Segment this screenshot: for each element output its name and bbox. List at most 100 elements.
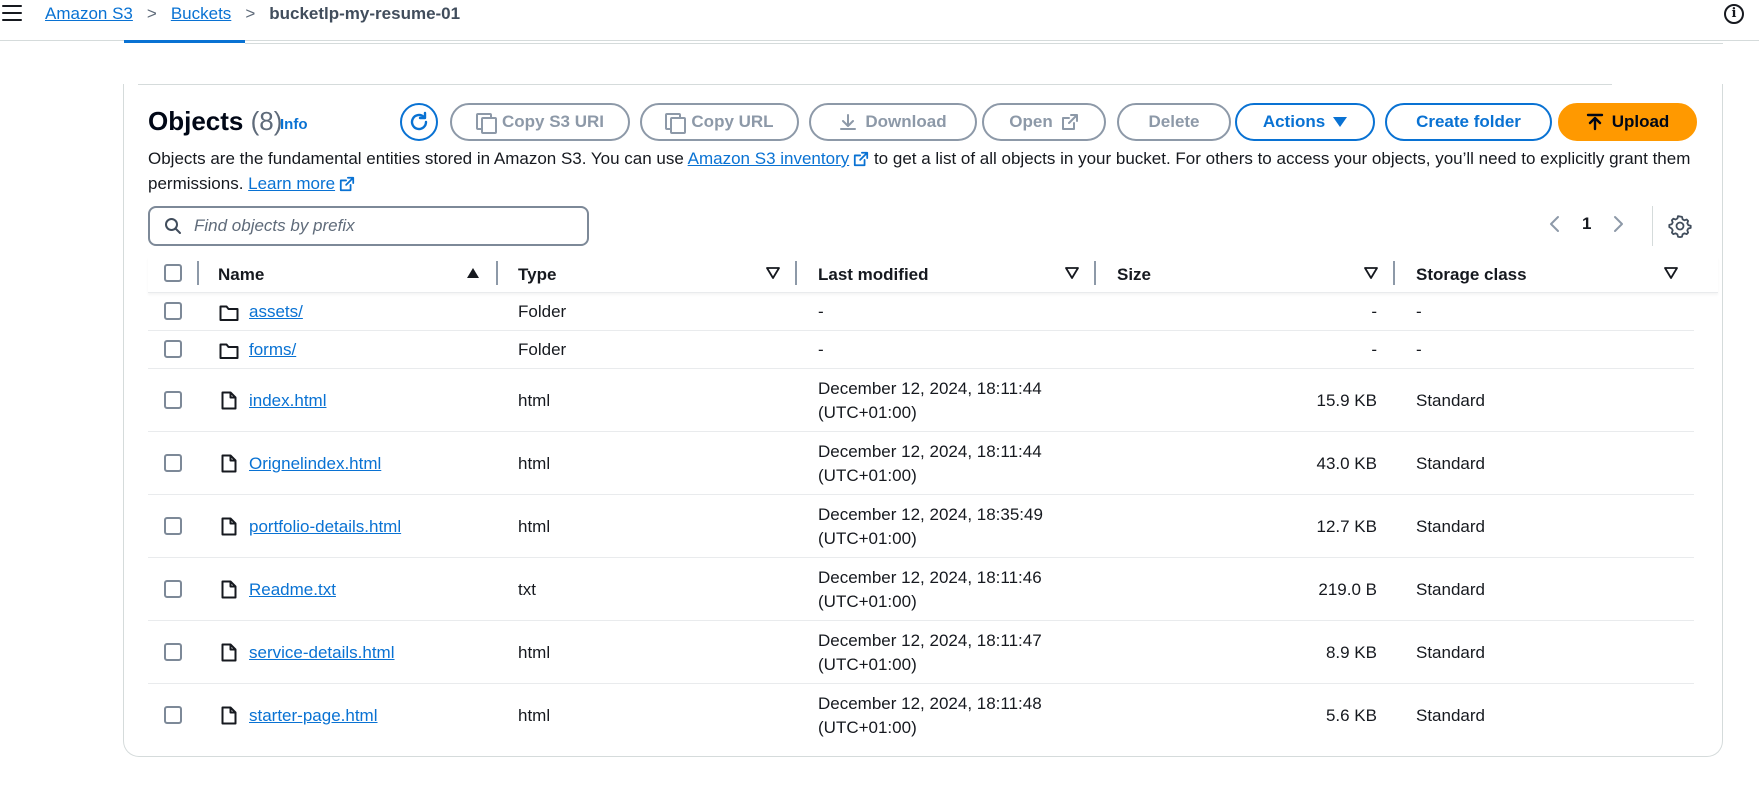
- object-last-modified: December 12, 2024, 18:11:47: [818, 631, 1042, 650]
- download-icon: [840, 114, 857, 130]
- create-folder-button[interactable]: Create folder: [1385, 103, 1552, 141]
- breadcrumb-amazon-s3[interactable]: Amazon S3: [45, 4, 133, 24]
- s3-inventory-link[interactable]: Amazon S3 inventory: [688, 149, 850, 168]
- sort-icon[interactable]: [1065, 267, 1079, 279]
- caret-down-icon: [1333, 117, 1348, 127]
- search-icon: [165, 218, 181, 234]
- chevron-left-icon[interactable]: [1548, 215, 1560, 233]
- object-last-modified: December 12, 2024, 18:11:44: [818, 442, 1042, 461]
- column-divider[interactable]: [496, 261, 498, 285]
- column-header-storage-class[interactable]: Storage class: [1416, 265, 1527, 285]
- open-label: Open: [1009, 112, 1053, 131]
- row-checkbox[interactable]: [164, 454, 182, 472]
- table-row[interactable]: index.html html December 12, 2024, 18:11…: [148, 369, 1694, 432]
- column-header-last-modified[interactable]: Last modified: [818, 265, 929, 285]
- sort-icon[interactable]: [766, 267, 780, 279]
- object-type: html: [518, 643, 551, 662]
- table-row[interactable]: starter-page.html html December 12, 2024…: [148, 684, 1694, 747]
- object-timezone: (UTC+01:00): [818, 403, 917, 422]
- search-box: [148, 206, 589, 246]
- object-name-link[interactable]: assets/: [249, 300, 303, 324]
- object-type: html: [518, 391, 551, 410]
- column-divider[interactable]: [795, 261, 797, 285]
- object-timezone: (UTC+01:00): [818, 655, 917, 674]
- refresh-button[interactable]: [400, 103, 438, 141]
- divider: [1652, 206, 1653, 246]
- object-name-link[interactable]: Readme.txt: [249, 578, 336, 602]
- column-header-size[interactable]: Size: [1117, 265, 1151, 285]
- object-name-link[interactable]: service-details.html: [249, 641, 395, 665]
- object-storage-class: Standard: [1416, 643, 1485, 662]
- sort-icon[interactable]: [1364, 267, 1378, 279]
- column-header-name[interactable]: Name: [218, 265, 264, 285]
- object-storage-class: Standard: [1416, 706, 1485, 725]
- table-row[interactable]: Orignelindex.html html December 12, 2024…: [148, 432, 1694, 495]
- object-last-modified: December 12, 2024, 18:11:46: [818, 568, 1042, 587]
- file-icon: [221, 454, 237, 473]
- objects-description: Objects are the fundamental entities sto…: [148, 146, 1698, 196]
- folder-icon: [219, 343, 239, 359]
- info-link[interactable]: Info: [280, 116, 308, 133]
- object-name-link[interactable]: forms/: [249, 338, 296, 362]
- info-icon[interactable]: i: [1724, 4, 1744, 24]
- pagination: 1: [1548, 214, 1625, 234]
- object-name-link[interactable]: starter-page.html: [249, 704, 378, 728]
- object-last-modified: -: [818, 340, 824, 359]
- object-type: txt: [518, 580, 536, 599]
- download-button[interactable]: Download: [809, 103, 977, 141]
- top-navigation-bar: Amazon S3 > Buckets > bucketlp-my-resume…: [0, 0, 1759, 41]
- copy-s3-uri-label: Copy S3 URI: [501, 112, 605, 131]
- search-input[interactable]: [194, 216, 574, 236]
- chevron-right-icon[interactable]: [1613, 215, 1625, 233]
- column-divider[interactable]: [1393, 261, 1395, 285]
- table-row[interactable]: forms/ Folder - - -: [148, 331, 1694, 369]
- delete-button[interactable]: Delete: [1117, 103, 1231, 141]
- menu-icon[interactable]: [2, 5, 22, 21]
- object-size: 8.9 KB: [1325, 643, 1377, 662]
- copy-s3-uri-button[interactable]: Copy S3 URI: [450, 103, 630, 141]
- object-storage-class: Standard: [1416, 517, 1485, 536]
- gear-icon[interactable]: [1668, 214, 1692, 238]
- row-checkbox[interactable]: [164, 340, 182, 358]
- object-size: 12.7 KB: [1316, 517, 1378, 536]
- refresh-icon: [410, 111, 428, 131]
- page-number[interactable]: 1: [1582, 214, 1591, 234]
- row-checkbox[interactable]: [164, 391, 182, 409]
- table-row[interactable]: assets/ Folder - - -: [148, 293, 1694, 331]
- file-icon: [221, 580, 237, 599]
- actions-dropdown-button[interactable]: Actions: [1235, 103, 1375, 141]
- select-all-checkbox[interactable]: [164, 264, 182, 282]
- object-timezone: (UTC+01:00): [818, 592, 917, 611]
- row-checkbox[interactable]: [164, 706, 182, 724]
- delete-label: Delete: [1148, 112, 1200, 131]
- column-header-type[interactable]: Type: [518, 265, 556, 285]
- row-checkbox[interactable]: [164, 580, 182, 598]
- column-divider[interactable]: [1094, 261, 1096, 285]
- row-checkbox[interactable]: [164, 302, 182, 320]
- row-checkbox[interactable]: [164, 643, 182, 661]
- sort-icon[interactable]: [1664, 267, 1678, 279]
- row-checkbox[interactable]: [164, 517, 182, 535]
- object-name-link[interactable]: portfolio-details.html: [249, 515, 401, 539]
- object-type: Folder: [518, 340, 567, 359]
- upload-button[interactable]: Upload: [1558, 103, 1697, 141]
- open-button[interactable]: Open: [982, 103, 1106, 141]
- object-name-link[interactable]: index.html: [249, 389, 326, 413]
- object-type: html: [518, 706, 551, 725]
- sort-ascending-icon[interactable]: [466, 267, 480, 279]
- learn-more-link[interactable]: Learn more: [248, 174, 335, 193]
- create-folder-label: Create folder: [1416, 112, 1521, 131]
- object-size: -: [1371, 302, 1377, 321]
- upload-label: Upload: [1611, 112, 1670, 131]
- breadcrumb-buckets[interactable]: Buckets: [171, 4, 231, 24]
- folder-icon: [219, 305, 239, 321]
- table-row[interactable]: portfolio-details.html html December 12,…: [148, 495, 1694, 558]
- copy-url-button[interactable]: Copy URL: [640, 103, 799, 141]
- objects-count: (8): [250, 106, 283, 136]
- column-divider[interactable]: [197, 261, 199, 285]
- table-row[interactable]: Readme.txt txt December 12, 2024, 18:11:…: [148, 558, 1694, 621]
- object-name-link[interactable]: Orignelindex.html: [249, 452, 381, 476]
- breadcrumb: Amazon S3 > Buckets > bucketlp-my-resume…: [45, 4, 460, 24]
- upload-icon: [1586, 113, 1603, 131]
- table-row[interactable]: service-details.html html December 12, 2…: [148, 621, 1694, 684]
